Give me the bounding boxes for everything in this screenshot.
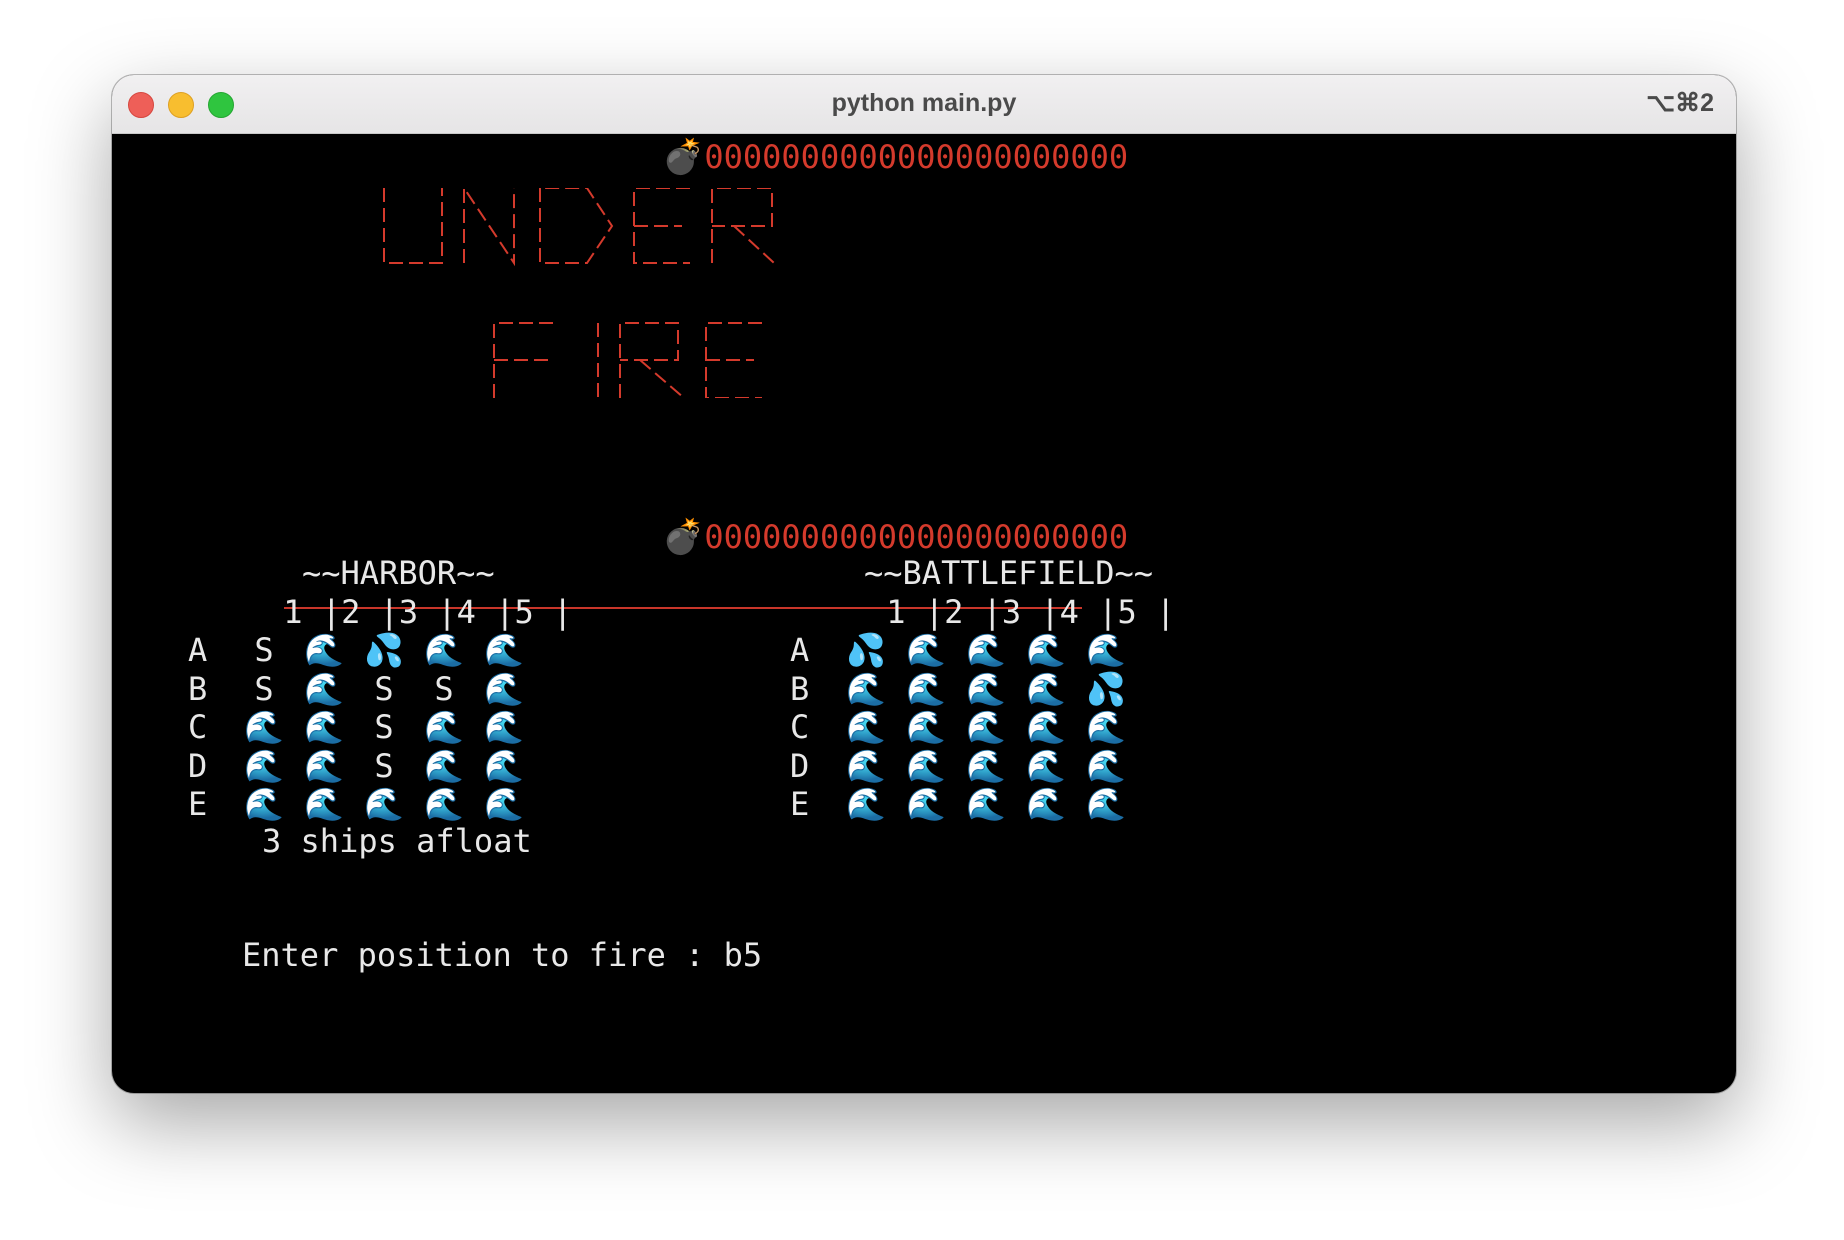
wave-icon: 🌊 [484, 708, 524, 746]
ship-cell: S [434, 669, 454, 708]
letter-E [633, 188, 690, 264]
wave-icon: 🌊 [304, 631, 344, 669]
wave-icon: 🌊 [846, 669, 886, 708]
battlefield-row-label: C [790, 708, 810, 746]
wave-icon: 🌊 [424, 708, 464, 746]
battlefield-column-header: 1 |2 |3 |4 |5 | [867, 593, 1176, 631]
wave-icon: 🌊 [966, 669, 1006, 708]
wave-icon: 🌊 [304, 746, 344, 785]
harbor-row-label: B [188, 669, 208, 708]
wave-icon: 🌊 [1086, 708, 1126, 746]
bomb-fuse-bottom: 💣 0000000000000000000000 🛳 [662, 517, 1171, 557]
wave-icon: 🌊 [424, 631, 464, 669]
wave-icon: 🌊 [1026, 746, 1066, 785]
wave-icon: 🌊 [484, 631, 524, 669]
letter-R [711, 188, 775, 264]
wave-icon: 🌊 [846, 785, 886, 823]
letter-N [463, 188, 515, 267]
wave-icon: 🌊 [1026, 669, 1066, 708]
wave-icon: 🌊 [304, 708, 344, 746]
ship-icon: 🛳 [1128, 137, 1172, 177]
bomb-icon: 💣 [662, 517, 705, 557]
wave-icon: 🌊 [846, 708, 886, 746]
ship-icon: 🛳 [242, 137, 286, 177]
wave-icon: 🌊 [966, 708, 1006, 746]
fuse-text: 0000000000000000000000 [704, 138, 1129, 176]
battlefield-row-label: E [790, 785, 810, 823]
wave-icon: 🌊 [364, 785, 404, 823]
wave-icon: 🌊 [906, 631, 946, 669]
letter-D [539, 188, 614, 264]
wave-icon: 🌊 [1026, 708, 1066, 746]
prompt-input-value[interactable]: b5 [724, 936, 763, 974]
ship-cell: S [374, 669, 394, 708]
splash-miss-icon: 💦 [1086, 669, 1126, 708]
wave-icon: 🌊 [906, 746, 946, 785]
wave-icon: 🌊 [906, 785, 946, 823]
wave-icon: 🌊 [1026, 785, 1066, 823]
wave-icon: 🌊 [906, 669, 946, 708]
wave-icon: 🌊 [484, 746, 524, 785]
wave-icon: 🌊 [244, 708, 284, 746]
wave-icon: 🌊 [244, 785, 284, 823]
window-shortcut: ⌥⌘2 [1646, 89, 1714, 117]
wave-icon: 🌊 [966, 785, 1006, 823]
wave-icon: 🌊 [304, 785, 344, 823]
wave-icon: 🌊 [484, 669, 524, 708]
ship-cell: S [254, 631, 274, 669]
wave-icon: 🌊 [966, 631, 1006, 669]
ship-cell: S [374, 708, 394, 746]
battlefield-row-label: D [790, 746, 810, 785]
terminal-content[interactable]: 🛳 💣 0000000000000000000000 🛳 🛳 💣 0000000… [112, 133, 1736, 1093]
harbor-column-header: 1 |2 |3 |4 |5 | [264, 593, 573, 631]
battlefield-title: ~~BATTLEFIELD~~ [864, 554, 1153, 592]
harbor-title: ~~HARBOR~~ [302, 554, 495, 592]
wave-icon: 🌊 [906, 708, 946, 746]
harbor-row-label: E [188, 785, 208, 823]
wave-icon: 🌊 [424, 785, 464, 823]
wave-icon: 🌊 [1086, 746, 1126, 785]
wave-icon: 🌊 [424, 746, 464, 785]
bomb-fuse-top: 💣 0000000000000000000000 🛳 [662, 137, 1171, 177]
battlefield-row-label: A [790, 631, 810, 669]
splash-miss-icon: 💦 [846, 631, 886, 669]
letter-F [493, 322, 554, 398]
prompt-label: Enter position to fire : [242, 936, 724, 974]
wave-icon: 🌊 [244, 746, 284, 785]
fuse-text: 0000000000000000000000 [704, 518, 1129, 556]
splash-miss-icon: 💦 [364, 631, 404, 669]
window-title: python main.py [831, 89, 1017, 117]
terminal-window: python main.py ⌥⌘2 🛳 💣 000000000000000000… [112, 75, 1736, 1093]
banner-title-art [383, 188, 775, 398]
wave-icon: 🌊 [966, 746, 1006, 785]
title-bar: python main.py ⌥⌘2 [112, 75, 1736, 134]
wave-icon: 🌊 [1086, 785, 1126, 823]
ships-afloat-status: 3 ships afloat [262, 822, 532, 860]
fire-prompt[interactable]: Enter position to fire : b5 [242, 936, 762, 974]
letter-U [383, 188, 443, 264]
battlefield-row-label: B [790, 669, 810, 708]
wave-icon: 🌊 [484, 785, 524, 823]
ship-icon: 🛳 [242, 517, 286, 557]
letter-E2 [705, 322, 762, 398]
harbor-row-label: C [188, 708, 208, 746]
harbor-row-label: D [188, 746, 208, 785]
bomb-icon: 💣 [662, 137, 705, 177]
wave-icon: 🌊 [846, 746, 886, 785]
ship-icon: 🛳 [1128, 517, 1172, 557]
letter-R2 [619, 322, 685, 398]
wave-icon: 🌊 [1026, 631, 1066, 669]
wave-icon: 🌊 [1086, 631, 1126, 669]
wave-icon: 🌊 [304, 669, 344, 708]
ship-cell: S [254, 669, 274, 708]
ship-cell: S [374, 746, 394, 785]
harbor-row-label: A [188, 631, 208, 669]
